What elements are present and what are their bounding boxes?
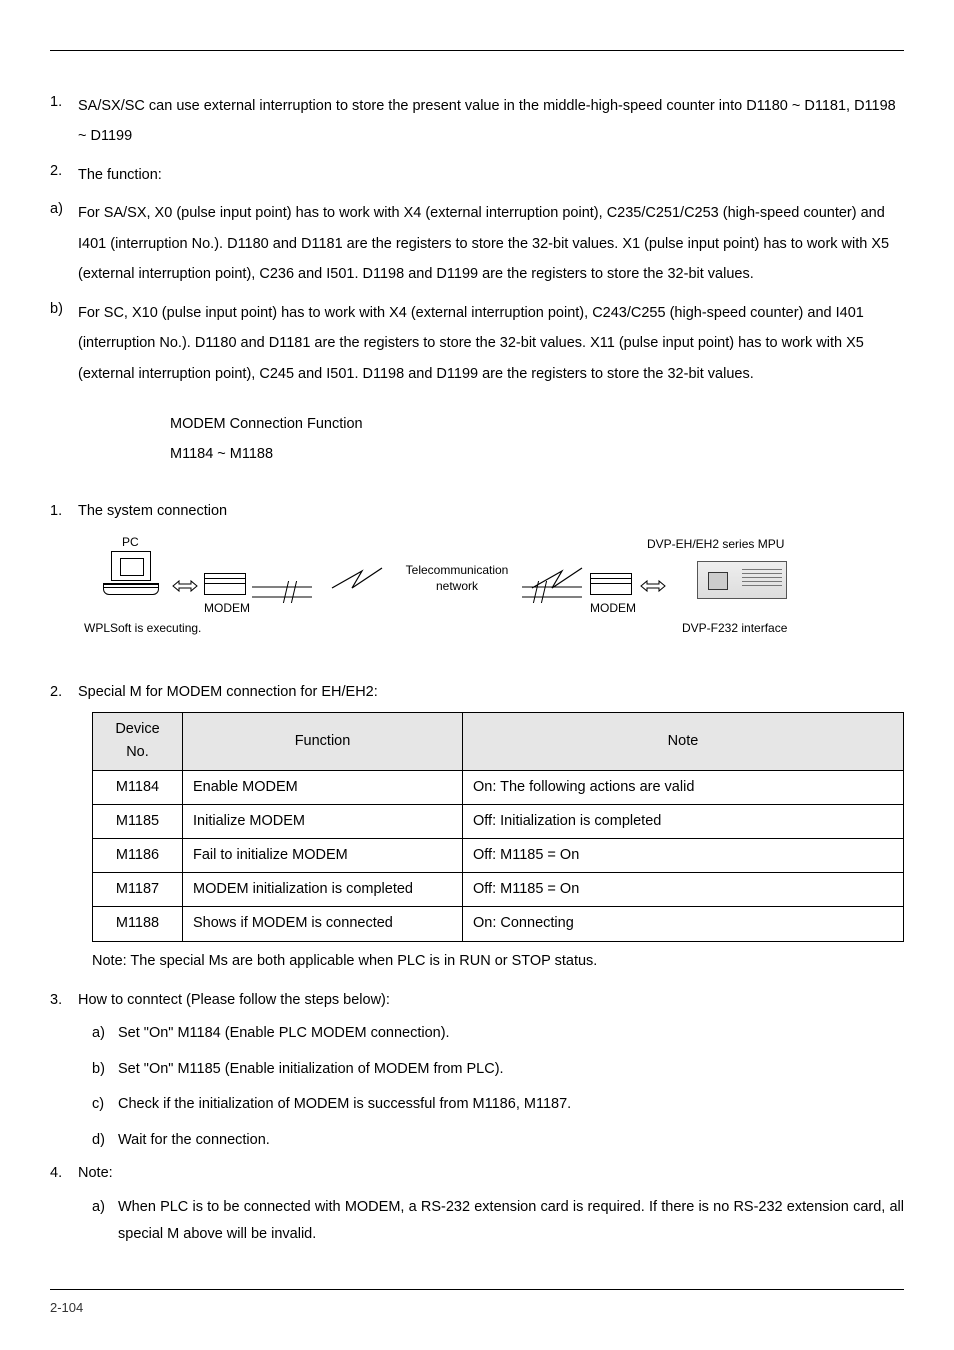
mpu-label: DVP-EH/EH2 series MPU xyxy=(647,535,784,554)
list-text: Check if the initialization of MODEM is … xyxy=(118,1091,904,1119)
list-text: SA/SX/SC can use external interruption t… xyxy=(78,91,904,152)
list-text: Note: xyxy=(78,1162,904,1185)
cell: Shows if MODEM is connected xyxy=(183,907,463,941)
list-item: 1. SA/SX/SC can use external interruptio… xyxy=(50,91,904,152)
section-line2: M1184 ~ M1188 xyxy=(170,439,904,469)
line-icon xyxy=(522,581,582,603)
top-list: 1. SA/SX/SC can use external interruptio… xyxy=(50,91,904,389)
cell: Off: M1185 = On xyxy=(463,838,904,872)
cell: Off: M1185 = On xyxy=(463,873,904,907)
table-header-row: Device No. Function Note xyxy=(93,713,904,770)
list-text: The function: xyxy=(78,160,904,190)
table-row: M1187 MODEM initialization is completed … xyxy=(93,873,904,907)
list-text: The system connection xyxy=(78,500,904,523)
col-header: Function xyxy=(183,713,463,770)
list-text: Special M for MODEM connection for EH/EH… xyxy=(78,681,904,704)
list-item: c) Check if the initialization of MODEM … xyxy=(92,1091,904,1119)
list-item: 1. The system connection xyxy=(50,500,904,523)
pc-icon xyxy=(102,551,160,595)
modem-icon xyxy=(204,573,246,595)
list-item: a) Set "On" M1184 (Enable PLC MODEM conn… xyxy=(92,1020,904,1048)
list-item: b) Set "On" M1185 (Enable initialization… xyxy=(92,1056,904,1084)
list-item: 2. Special M for MODEM connection for EH… xyxy=(50,681,904,704)
bottom-rule xyxy=(50,1289,904,1290)
sub-list: a) Set "On" M1184 (Enable PLC MODEM conn… xyxy=(92,1020,904,1154)
list-marker: a) xyxy=(50,198,78,289)
list-text: For SA/SX, X0 (pulse input point) has to… xyxy=(78,198,904,289)
interface-label: DVP-F232 interface xyxy=(682,619,787,638)
cell: Initialize MODEM xyxy=(183,804,463,838)
telecom-line1: Telecommunication xyxy=(406,563,509,577)
cell: M1187 xyxy=(93,873,183,907)
modem-label: MODEM xyxy=(204,599,250,618)
cell: M1188 xyxy=(93,907,183,941)
double-arrow-icon xyxy=(172,579,198,593)
list-item: a) For SA/SX, X0 (pulse input point) has… xyxy=(50,198,904,289)
list-marker: 2. xyxy=(50,681,78,704)
table-note: Note: The special Ms are both applicable… xyxy=(92,948,904,976)
list-marker: 1. xyxy=(50,91,78,152)
device-table: Device No. Function Note M1184 Enable MO… xyxy=(92,712,904,941)
modem-icon xyxy=(590,573,632,595)
connection-diagram: PC WPLSoft is executing. MODEM Telecommu… xyxy=(92,533,904,663)
list-text: For SC, X10 (pulse input point) has to w… xyxy=(78,298,904,389)
cell: M1184 xyxy=(93,770,183,804)
table-row: M1185 Initialize MODEM Off: Initializati… xyxy=(93,804,904,838)
list-marker: b) xyxy=(92,1056,118,1084)
list-text: Set "On" M1184 (Enable PLC MODEM connect… xyxy=(118,1020,904,1048)
cell: On: Connecting xyxy=(463,907,904,941)
table-row: M1184 Enable MODEM On: The following act… xyxy=(93,770,904,804)
wpl-label: WPLSoft is executing. xyxy=(84,619,201,638)
cell: Off: Initialization is completed xyxy=(463,804,904,838)
list-item: d) Wait for the connection. xyxy=(92,1127,904,1155)
cell: M1185 xyxy=(93,804,183,838)
top-rule xyxy=(50,50,904,51)
cell: On: The following actions are valid xyxy=(463,770,904,804)
list-item: 2. The function: xyxy=(50,160,904,190)
col-header: Note xyxy=(463,713,904,770)
pc-label: PC xyxy=(122,533,139,552)
telecom-line2: network xyxy=(436,579,478,593)
list-text: Wait for the connection. xyxy=(118,1127,904,1155)
section-heading: MODEM Connection Function M1184 ~ M1188 xyxy=(170,409,904,470)
list-text: When PLC is to be connected with MODEM, … xyxy=(118,1194,904,1249)
telecom-label: Telecommunication network xyxy=(397,563,517,594)
list-marker: 4. xyxy=(50,1162,78,1185)
list-item: 3. How to conntect (Please follow the st… xyxy=(50,989,904,1012)
mpu-icon xyxy=(697,561,787,599)
col-header: Device No. xyxy=(93,713,183,770)
cell: MODEM initialization is completed xyxy=(183,873,463,907)
list-marker: c) xyxy=(92,1091,118,1119)
cell: Enable MODEM xyxy=(183,770,463,804)
list-marker: 3. xyxy=(50,989,78,1012)
list-marker: b) xyxy=(50,298,78,389)
list-item: b) For SC, X10 (pulse input point) has t… xyxy=(50,298,904,389)
line-icon xyxy=(252,581,312,603)
modem-label: MODEM xyxy=(590,599,636,618)
list-text: How to conntect (Please follow the steps… xyxy=(78,989,904,1012)
list-marker: d) xyxy=(92,1127,118,1155)
page-number: 2-104 xyxy=(50,1298,904,1319)
table-row: M1186 Fail to initialize MODEM Off: M118… xyxy=(93,838,904,872)
list-marker: 2. xyxy=(50,160,78,190)
section-line1: MODEM Connection Function xyxy=(170,409,904,439)
list-marker: a) xyxy=(92,1194,118,1249)
list-marker: a) xyxy=(92,1020,118,1048)
sub-list: a) When PLC is to be connected with MODE… xyxy=(92,1194,904,1249)
double-arrow-icon xyxy=(640,579,666,593)
device-table-wrap: Device No. Function Note M1184 Enable MO… xyxy=(92,712,904,941)
cell: M1186 xyxy=(93,838,183,872)
table-row: M1188 Shows if MODEM is connected On: Co… xyxy=(93,907,904,941)
list-item: 4. Note: xyxy=(50,1162,904,1185)
list-text: Set "On" M1185 (Enable initialization of… xyxy=(118,1056,904,1084)
list-item: a) When PLC is to be connected with MODE… xyxy=(92,1194,904,1249)
list-marker: 1. xyxy=(50,500,78,523)
cell: Fail to initialize MODEM xyxy=(183,838,463,872)
